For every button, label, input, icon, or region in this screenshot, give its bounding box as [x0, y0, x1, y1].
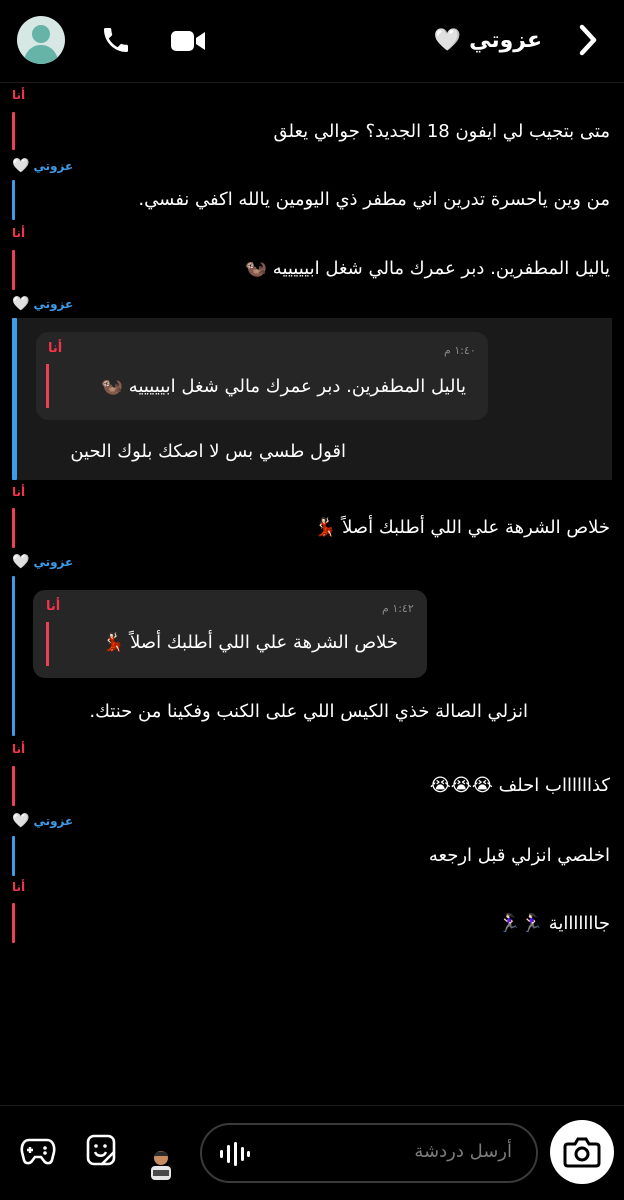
- video-icon[interactable]: [170, 28, 206, 58]
- message-bar-me: [12, 250, 15, 290]
- chat-title[interactable]: عزوتي 🤍: [434, 20, 542, 60]
- quoted-timestamp: ١:٤٢ م: [382, 602, 414, 615]
- message-bar-her: [12, 180, 15, 220]
- white-heart-icon: 🤍: [433, 27, 462, 53]
- message-text[interactable]: انزلي الصالة خذي الكيس اللي على الكنب وف…: [89, 701, 528, 722]
- sender-label-her: عزوتي 🤍: [12, 158, 74, 174]
- back-chevron-icon[interactable]: [578, 24, 598, 60]
- quoted-bar: [46, 364, 49, 408]
- sender-label-me: أنا: [12, 88, 26, 102]
- sender-label-me: أنا: [12, 485, 26, 499]
- quoted-bar: [46, 622, 49, 666]
- quoted-text: خلاص الشرهة علي اللي أطلبك أصلاً 💃🏻: [101, 632, 398, 653]
- message-bar-me: [12, 112, 15, 150]
- sender-label-me: أنا: [12, 226, 26, 240]
- message-bar-me: [12, 766, 15, 806]
- quoted-sender: أنا: [48, 341, 63, 356]
- voice-icon[interactable]: [218, 1141, 250, 1171]
- composer-bar: أرسل دردشة: [0, 1105, 624, 1200]
- message-text[interactable]: كذااااااب احلف 😭😭😭: [430, 775, 610, 796]
- message-bar-me: [12, 508, 15, 548]
- sender-label-me: أنا: [12, 880, 26, 894]
- sender-label-me: أنا: [12, 742, 26, 756]
- message-text[interactable]: اخلصي انزلي قبل ارجعه: [429, 845, 610, 866]
- sender-label-her: عزوتي 🤍: [12, 813, 74, 829]
- message-text[interactable]: ياليل المطفرين. دبر عمرك مالي شغل ابيييي…: [245, 258, 610, 279]
- quoted-timestamp: ١:٤٠ م: [444, 344, 476, 357]
- chat-title-text: عزوتي: [469, 27, 542, 53]
- avatar-silhouette-icon: [23, 25, 59, 64]
- message-bar-me: [12, 903, 15, 943]
- chat-header: عزوتي 🤍: [0, 0, 624, 83]
- sender-label-her: عزوتي 🤍: [12, 554, 74, 570]
- sticker-icon[interactable]: [84, 1132, 118, 1172]
- camera-button[interactable]: [550, 1120, 614, 1184]
- camera-icon: [563, 1137, 601, 1168]
- game-controller-icon[interactable]: [20, 1136, 56, 1170]
- message-bar-her: [12, 836, 15, 876]
- phone-icon[interactable]: [100, 24, 132, 60]
- sender-label-her: عزوتي 🤍: [12, 296, 74, 312]
- message-text[interactable]: خلاص الشرهة علي اللي أطلبك أصلاً 💃🏻: [314, 517, 610, 538]
- quoted-sender: أنا: [46, 599, 61, 614]
- chat-input[interactable]: أرسل دردشة: [200, 1123, 538, 1183]
- chat-input-placeholder: أرسل دردشة: [414, 1141, 512, 1162]
- message-text[interactable]: جاااااااية 🏃🏻‍♀️🏃🏻‍♀️: [498, 913, 610, 934]
- message-text[interactable]: من وين ياحسرة تدرين اني مطفر ذي اليومين …: [138, 189, 610, 210]
- message-text[interactable]: متى بتجيب لي ايفون 18 الجديد؟ جوالي يعلق: [274, 121, 610, 142]
- message-bar-her: [12, 318, 17, 480]
- avatar[interactable]: [17, 16, 65, 64]
- message-bar-her: [12, 576, 15, 736]
- quoted-text: ياليل المطفرين. دبر عمرك مالي شغل ابيييي…: [100, 376, 466, 397]
- bitmoji-icon[interactable]: [148, 1148, 174, 1186]
- message-text[interactable]: اقول طسي بس لا اصكك بلوك الحين: [70, 441, 346, 462]
